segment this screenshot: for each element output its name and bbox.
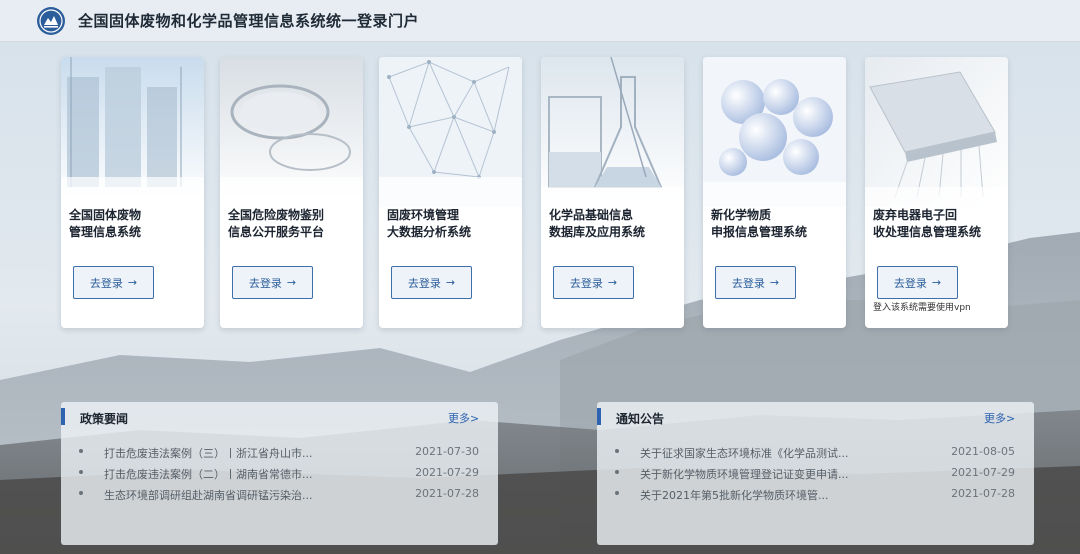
panel-title: 通知公告 bbox=[616, 412, 665, 426]
news-link[interactable]: 打击危废违法案例（二）丨湖南省常德市... bbox=[104, 466, 313, 482]
notice-date: 2021-07-29 bbox=[951, 466, 1015, 479]
arrow-right-icon: → bbox=[445, 276, 456, 289]
news-link[interactable]: 打击危废违法案例（三）丨浙江省舟山市... bbox=[104, 445, 313, 461]
news-date: 2021-07-28 bbox=[415, 487, 479, 500]
panel-title: 政策要闻 bbox=[80, 412, 129, 426]
list-item: 生态环境部调研组赴湖南省调研锰污染治... 2021-07-28 bbox=[79, 487, 479, 508]
list-item: 关于征求国家生态环境标准《化学品测试... 2021-08-05 bbox=[615, 445, 1015, 466]
bullet-icon bbox=[615, 449, 619, 453]
notice-link[interactable]: 关于2021年第5批新化学物质环境管... bbox=[640, 487, 828, 503]
news-date: 2021-07-30 bbox=[415, 445, 479, 458]
policy-news-panel: 政策要闻 更多> 打击危废违法案例（三）丨浙江省舟山市... 2021-07-3… bbox=[61, 402, 498, 545]
panel-accent-bar bbox=[597, 408, 601, 425]
system-card-big-data: 固废环境管理 大数据分析系统 去登录 → bbox=[379, 57, 522, 328]
bullet-icon bbox=[615, 491, 619, 495]
card-title: 全国危险废物鉴别 信息公开服务平台 bbox=[228, 208, 325, 239]
arrow-right-icon: → bbox=[769, 276, 780, 289]
notice-link[interactable]: 关于征求国家生态环境标准《化学品测试... bbox=[640, 445, 849, 461]
login-button-e-waste[interactable]: 去登录 → bbox=[877, 266, 958, 299]
top-header: 全国固体废物和化学品管理信息系统统一登录门户 bbox=[0, 0, 1080, 42]
news-date: 2021-07-29 bbox=[415, 466, 479, 479]
system-card-new-chemicals: 新化学物质 申报信息管理系统 去登录 → bbox=[703, 57, 846, 328]
list-item: 关于新化学物质环境管理登记证变更申请... 2021-07-29 bbox=[615, 466, 1015, 487]
lab-glassware-image bbox=[541, 57, 684, 207]
login-button-solid-waste[interactable]: 去登录 → bbox=[73, 266, 154, 299]
system-card-hazardous-waste: 全国危险废物鉴别 信息公开服务平台 去登录 → bbox=[220, 57, 363, 328]
more-link[interactable]: 更多> bbox=[984, 410, 1015, 426]
vpn-note: 登入该系统需要使用vpn bbox=[873, 303, 971, 313]
system-cards: 全国固体废物 管理信息系统 去登录 → 全国危险废物鉴别 信息公开服务平台 去登录… bbox=[61, 57, 1021, 328]
bullet-icon bbox=[79, 449, 83, 453]
list-item: 打击危废违法案例（三）丨浙江省舟山市... 2021-07-30 bbox=[79, 445, 479, 466]
list-item: 关于2021年第5批新化学物质环境管... 2021-07-28 bbox=[615, 487, 1015, 508]
arrow-right-icon: → bbox=[607, 276, 618, 289]
arrow-right-icon: → bbox=[286, 276, 297, 289]
login-button-new-chemicals[interactable]: 去登录 → bbox=[715, 266, 796, 299]
network-sphere-image bbox=[379, 57, 522, 207]
notice-date: 2021-07-28 bbox=[951, 487, 1015, 500]
bullet-icon bbox=[615, 470, 619, 474]
card-title: 化学品基础信息 数据库及应用系统 bbox=[549, 208, 646, 239]
more-link[interactable]: 更多> bbox=[448, 410, 479, 426]
notice-date: 2021-08-05 bbox=[951, 445, 1015, 458]
molecule-spheres-image bbox=[703, 57, 846, 207]
notice-list: 关于征求国家生态环境标准《化学品测试... 2021-08-05 关于新化学物质… bbox=[615, 445, 1015, 508]
notice-link[interactable]: 关于新化学物质环境管理登记证变更申请... bbox=[640, 466, 849, 482]
news-list: 打击危废违法案例（三）丨浙江省舟山市... 2021-07-30 打击危废违法案… bbox=[79, 445, 479, 508]
ministry-emblem-icon bbox=[37, 6, 65, 35]
login-button-chemicals[interactable]: 去登录 → bbox=[553, 266, 634, 299]
notice-panel: 通知公告 更多> 关于征求国家生态环境标准《化学品测试... 2021-08-0… bbox=[597, 402, 1034, 545]
portal-title: 全国固体废物和化学品管理信息系统统一登录门户 bbox=[78, 12, 420, 30]
system-card-e-waste: 废弃电器电子回 收处理信息管理系统 去登录 → 登入该系统需要使用vpn bbox=[865, 57, 1008, 328]
bullet-icon bbox=[79, 470, 83, 474]
storage-tanks-image bbox=[61, 57, 204, 207]
card-title: 固废环境管理 大数据分析系统 bbox=[387, 208, 472, 239]
arrow-right-icon: → bbox=[931, 276, 942, 289]
login-button-hazardous-waste[interactable]: 去登录 → bbox=[232, 266, 313, 299]
arrow-right-icon: → bbox=[127, 276, 138, 289]
news-link[interactable]: 生态环境部调研组赴湖南省调研锰污染治... bbox=[104, 487, 313, 503]
panel-accent-bar bbox=[61, 408, 65, 425]
card-title: 废弃电器电子回 收处理信息管理系统 bbox=[873, 208, 982, 239]
card-title: 全国固体废物 管理信息系统 bbox=[69, 208, 142, 239]
login-button-big-data[interactable]: 去登录 → bbox=[391, 266, 472, 299]
system-card-chemicals: 化学品基础信息 数据库及应用系统 去登录 → bbox=[541, 57, 684, 328]
list-item: 打击危废违法案例（二）丨湖南省常德市... 2021-07-29 bbox=[79, 466, 479, 487]
circuit-chip-image bbox=[865, 57, 1008, 207]
petri-dish-image bbox=[220, 57, 363, 207]
bullet-icon bbox=[79, 491, 83, 495]
system-card-solid-waste: 全国固体废物 管理信息系统 去登录 → bbox=[61, 57, 204, 328]
card-title: 新化学物质 申报信息管理系统 bbox=[711, 208, 808, 239]
